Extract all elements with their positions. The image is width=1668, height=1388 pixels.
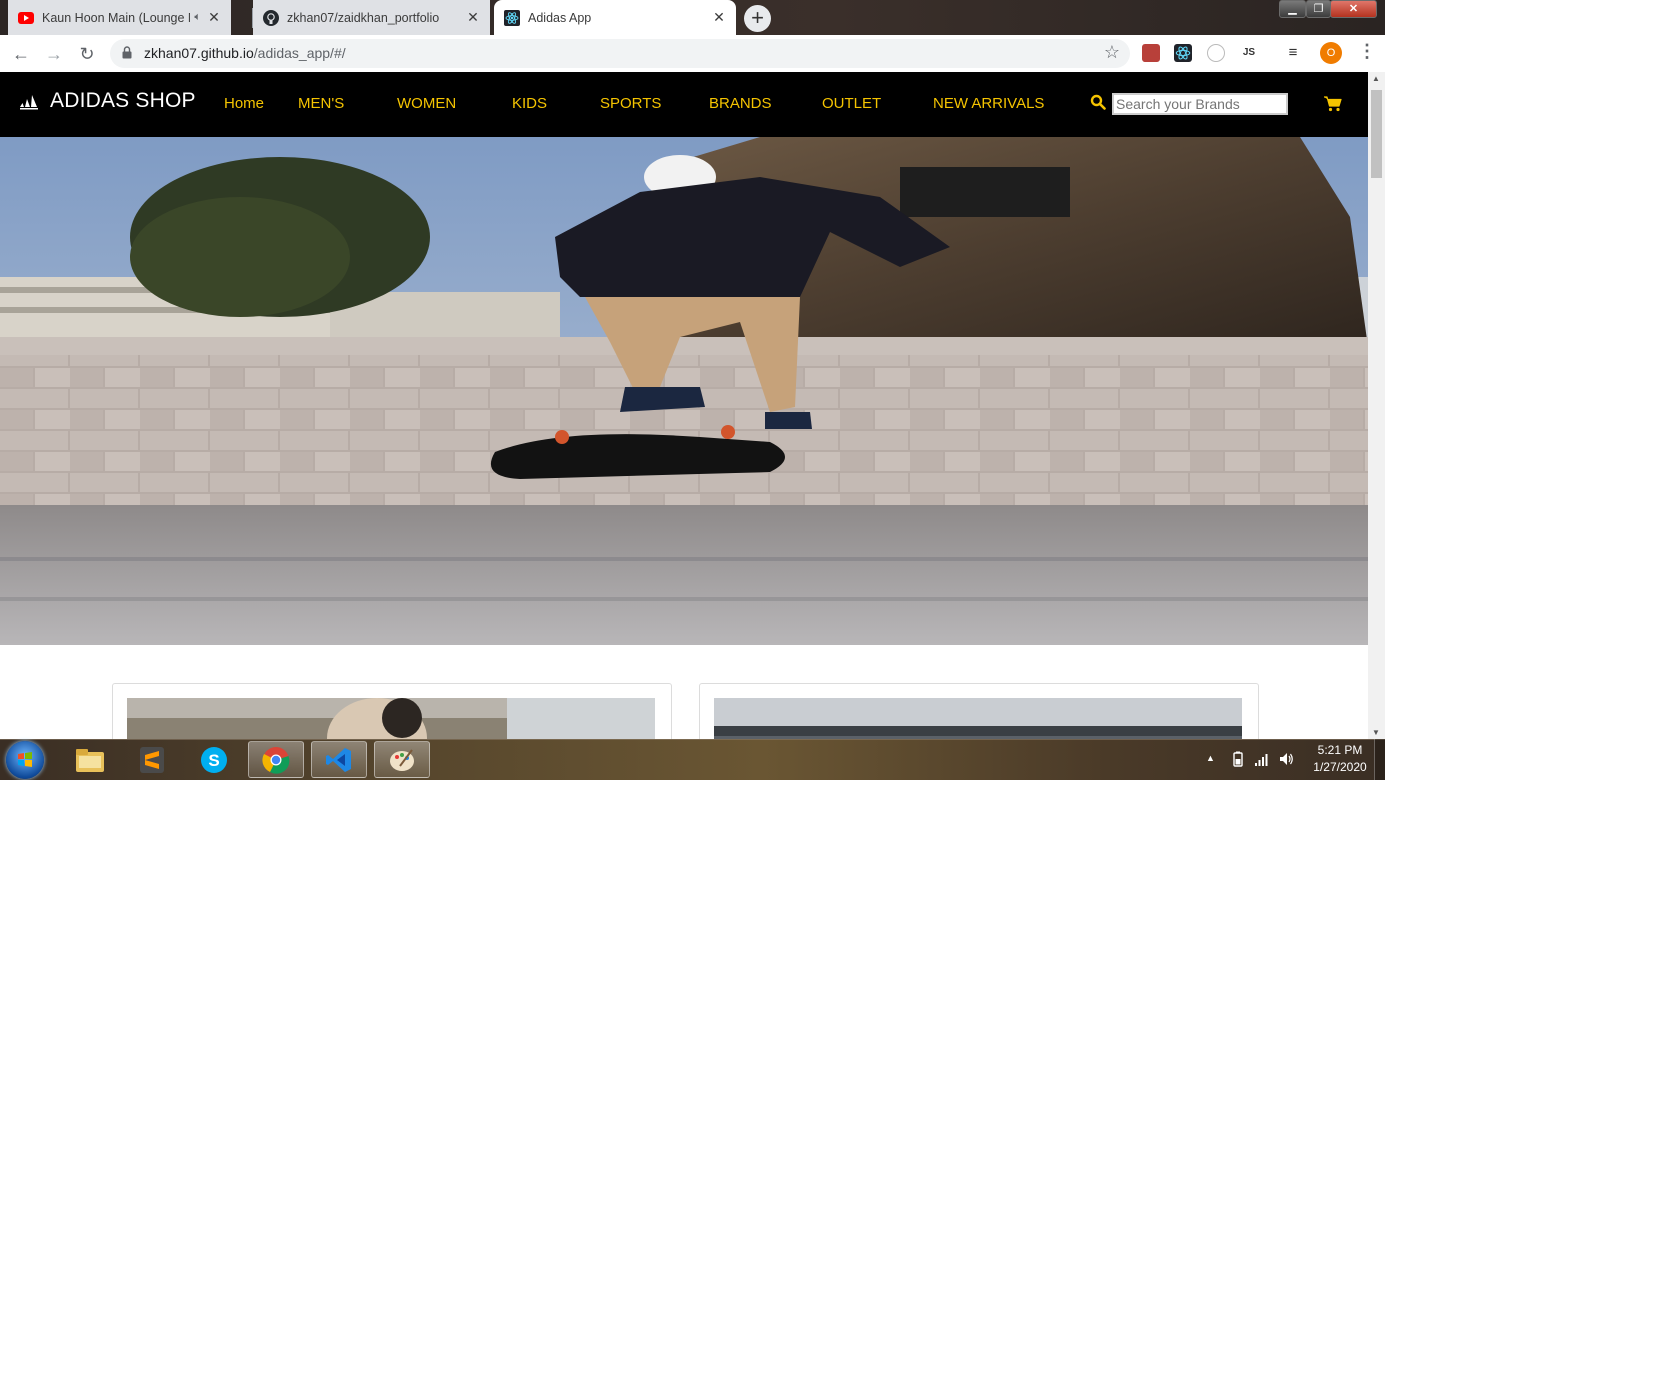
close-tab-icon[interactable]: ✕ (712, 9, 726, 26)
product-card-image (714, 698, 1242, 739)
bookmark-star-icon[interactable]: ☆ (1104, 42, 1120, 63)
close-tab-icon[interactable]: ✕ (207, 9, 221, 26)
volume-icon[interactable] (1278, 751, 1294, 767)
clock-ext-icon[interactable] (1207, 44, 1225, 62)
site-navbar: ADIDAS SHOP Home MEN'S WOMEN KIDS SPORTS… (0, 72, 1368, 137)
pdf-icon[interactable] (1142, 44, 1160, 62)
product-card-image (127, 698, 655, 739)
forward-arrow-icon[interactable]: → (43, 43, 65, 65)
browser-toolbar: ← → ↻ zkhan07.github.io/adidas_app/#/ ☆ … (0, 35, 1385, 73)
product-card[interactable] (112, 683, 672, 739)
tab-title: Adidas App (528, 10, 592, 25)
clock-date[interactable]: 1/27/2020 (1302, 760, 1378, 774)
new-tab-button[interactable]: + (744, 5, 771, 32)
tab-adidas-app[interactable]: Adidas App ✕ (494, 0, 736, 35)
youtube-icon (18, 10, 34, 26)
clock-time[interactable]: 5:21 PM (1310, 743, 1370, 757)
windows-logo-icon (18, 752, 32, 767)
maximize-window-button[interactable]: ❐ (1306, 0, 1331, 18)
windows-start-button[interactable] (6, 741, 44, 779)
page-viewport: ADIDAS SHOP Home MEN'S WOMEN KIDS SPORTS… (0, 72, 1368, 739)
svg-text:S: S (208, 751, 219, 770)
url-path: /adidas_app/#/ (253, 45, 346, 61)
minimize-window-button[interactable]: ▁ (1279, 0, 1306, 18)
tab-youtube[interactable]: Kaun Hoon Main (Lounge M 🔈︎ ✕ (8, 0, 231, 35)
browser-menu-icon[interactable]: ⋮ (1358, 41, 1376, 62)
brand-search-input[interactable] (1112, 93, 1288, 115)
browser-tab-strip: Kaun Hoon Main (Lounge M 🔈︎ ✕ zkhan07/za… (0, 0, 1385, 35)
speaker-icon[interactable]: 🔈︎ (194, 11, 201, 24)
adidas-logo-icon (20, 95, 38, 110)
brand-name: ADIDAS SHOP (50, 89, 196, 112)
url-text: zkhan07.github.io/adidas_app/#/ (144, 45, 346, 61)
sublime-text-icon[interactable] (124, 741, 180, 778)
hero-banner-image (0, 137, 1368, 645)
battery-icon[interactable] (1230, 751, 1246, 767)
react-devtools-icon[interactable] (1174, 44, 1192, 62)
profile-avatar[interactable]: O (1320, 42, 1342, 64)
network-signal-icon[interactable] (1254, 751, 1270, 767)
vscode-icon[interactable] (311, 741, 367, 778)
nav-mens[interactable]: MEN'S (298, 95, 344, 112)
skype-icon[interactable]: S (186, 741, 242, 778)
cart-icon[interactable] (1324, 96, 1342, 112)
github-icon (263, 9, 279, 26)
tab-github[interactable]: zkhan07/zaidkhan_portfolio ✕ (253, 0, 490, 35)
tab-title: zkhan07/zaidkhan_portfolio (287, 10, 440, 25)
show-desktop-button[interactable] (1374, 739, 1385, 780)
url-host: zkhan07.github.io (144, 45, 254, 61)
nav-outlet[interactable]: OUTLET (822, 95, 881, 112)
scroll-up-icon[interactable]: ▲ (1372, 74, 1380, 83)
scrollbar-thumb[interactable] (1371, 90, 1382, 178)
close-window-button[interactable]: ✕ (1330, 0, 1377, 18)
search-icon[interactable] (1090, 94, 1106, 110)
page-scrollbar[interactable]: ▲ ▼ (1368, 72, 1385, 739)
close-tab-icon[interactable]: ✕ (466, 9, 480, 26)
brand[interactable]: ADIDAS SHOP (18, 89, 196, 113)
desktop-screen: Kaun Hoon Main (Lounge M 🔈︎ ✕ zkhan07/za… (0, 0, 1385, 780)
node-js-icon[interactable]: JS (1240, 44, 1258, 62)
nav-sports[interactable]: SPORTS (600, 95, 661, 112)
nav-new-arrivals[interactable]: NEW ARRIVALS (933, 95, 1044, 112)
tab-title: Kaun Hoon Main (Lounge M (42, 10, 191, 25)
nav-kids[interactable]: KIDS (512, 95, 547, 112)
media-controls-icon[interactable]: ≡ (1284, 44, 1302, 62)
windows-taskbar: S ▲ 5:21 PM 1/27/2020 (0, 739, 1385, 780)
paint-icon[interactable] (374, 741, 430, 778)
product-card[interactable] (699, 683, 1259, 739)
lock-icon (122, 46, 132, 59)
file-explorer-icon[interactable] (62, 741, 118, 778)
react-icon (504, 9, 520, 26)
nav-women[interactable]: WOMEN (397, 95, 456, 112)
address-bar[interactable]: zkhan07.github.io/adidas_app/#/ ☆ (110, 39, 1130, 68)
nav-home[interactable]: Home (224, 95, 264, 112)
chrome-icon[interactable] (248, 741, 304, 778)
reload-icon[interactable]: ↻ (76, 43, 98, 65)
scroll-down-icon[interactable]: ▼ (1372, 728, 1380, 737)
back-arrow-icon[interactable]: ← (10, 43, 32, 65)
nav-brands[interactable]: BRANDS (709, 95, 772, 112)
show-hidden-icons-icon[interactable]: ▲ (1206, 753, 1222, 769)
